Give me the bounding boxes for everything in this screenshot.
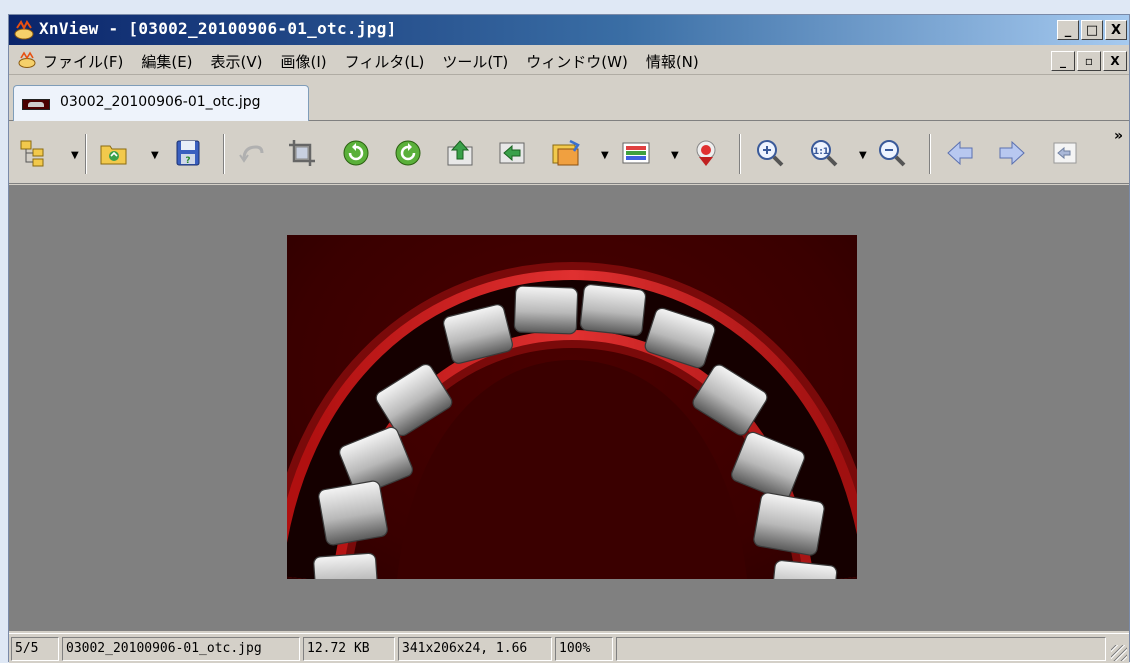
batch-dropdown-icon[interactable]: ▼ (601, 150, 609, 161)
window-title: XnView - [03002_20100906-01_otc.jpg] (39, 19, 397, 38)
status-filename: 03002_20100906-01_otc.jpg (62, 637, 300, 661)
status-position: 5/5 (11, 637, 59, 661)
zoom-actual-icon[interactable]: 1:1 (807, 136, 841, 170)
displayed-image (287, 235, 857, 579)
separator (85, 134, 87, 174)
menu-image[interactable]: 画像(I) (281, 51, 327, 72)
doc-close-button[interactable]: X (1103, 51, 1127, 71)
toolbar: ▼ ▼ ? ▼ ▼ 1:1 ▼ » (9, 122, 1129, 184)
rotate-left-icon[interactable] (339, 136, 373, 170)
resize-grip[interactable] (1111, 645, 1127, 661)
menu-window[interactable]: ウィンドウ(W) (526, 51, 628, 72)
menu-filter[interactable]: フィルタ(L) (345, 51, 425, 72)
separator (739, 134, 741, 174)
menu-info[interactable]: 情報(N) (646, 51, 699, 72)
svg-text:1:1: 1:1 (813, 147, 829, 157)
red-eye-icon[interactable] (689, 136, 723, 170)
thumbnail-icon (22, 99, 50, 110)
menu-tools[interactable]: ツール(T) (442, 51, 508, 72)
toolbar-overflow-button[interactable]: » (1114, 128, 1123, 144)
crop-icon[interactable] (285, 136, 319, 170)
browser-tree-icon[interactable] (17, 136, 51, 170)
status-filesize: 12.72 KB (303, 637, 395, 661)
back-icon[interactable] (1047, 136, 1081, 170)
doc-restore-button[interactable]: ▫ (1077, 51, 1101, 71)
status-dimensions: 341x206x24, 1.66 (398, 637, 552, 661)
tree-dropdown-icon[interactable]: ▼ (71, 150, 79, 161)
document-menu-icon[interactable] (17, 51, 37, 69)
title-bar[interactable]: XnView - [03002_20100906-01_otc.jpg] _ □… (9, 15, 1129, 45)
menu-edit[interactable]: 編集(E) (141, 51, 192, 72)
adjust-colors-icon[interactable] (619, 136, 653, 170)
svg-text:?: ? (185, 156, 190, 166)
undo-icon[interactable] (235, 136, 269, 170)
next-icon[interactable] (995, 136, 1029, 170)
menu-bar: ファイル(F) 編集(E) 表示(V) 画像(I) フィルタ(L) ツール(T)… (9, 45, 1129, 75)
open-folder-icon[interactable] (97, 136, 131, 170)
menu-file[interactable]: ファイル(F) (43, 51, 123, 72)
xnview-app-icon (14, 20, 34, 40)
save-icon[interactable]: ? (171, 136, 205, 170)
zoom-out-icon[interactable] (875, 136, 909, 170)
export-icon[interactable] (443, 136, 477, 170)
tab-label: 03002_20100906-01_otc.jpg (60, 94, 261, 110)
adjust-dropdown-icon[interactable]: ▼ (671, 150, 679, 161)
maximize-button[interactable]: □ (1081, 20, 1103, 40)
xnview-window: XnView - [03002_20100906-01_otc.jpg] _ □… (8, 14, 1130, 663)
status-zoom: 100% (555, 637, 613, 661)
zoom-dropdown-icon[interactable]: ▼ (859, 150, 867, 161)
tab-image[interactable]: 03002_20100906-01_otc.jpg (13, 85, 309, 121)
status-empty-panel (616, 637, 1106, 661)
image-viewer[interactable] (9, 185, 1129, 631)
zoom-in-icon[interactable] (753, 136, 787, 170)
tab-bar: 03002_20100906-01_otc.jpg (9, 77, 1129, 121)
rotate-right-icon[interactable] (391, 136, 425, 170)
open-dropdown-icon[interactable]: ▼ (151, 150, 159, 161)
close-button[interactable]: X (1105, 20, 1127, 40)
teeth-arch-artwork (287, 261, 857, 579)
minimize-button[interactable]: _ (1057, 20, 1079, 40)
batch-icon[interactable] (549, 136, 583, 170)
separator (223, 134, 225, 174)
separator (929, 134, 931, 174)
status-bar: 5/5 03002_20100906-01_otc.jpg 12.72 KB 3… (9, 633, 1129, 663)
doc-minimize-button[interactable]: _ (1051, 51, 1075, 71)
convert-icon[interactable] (495, 136, 529, 170)
menu-view[interactable]: 表示(V) (211, 51, 263, 72)
previous-icon[interactable] (943, 136, 977, 170)
